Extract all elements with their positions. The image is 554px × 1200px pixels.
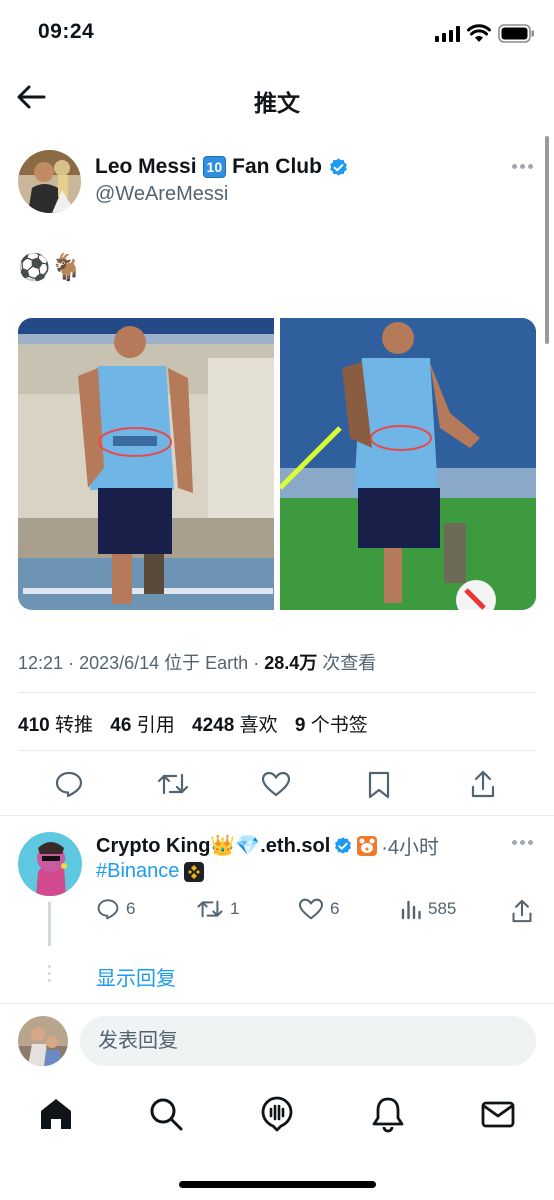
retweet-label[interactable]: 转推 (55, 715, 93, 736)
reply-view-count: 585 (428, 899, 457, 918)
author-name-suffix: Fan Club (232, 155, 322, 178)
tweet-meta: 12:21 · 2023/6/14 位于 Earth · 28.4万 次查看 (18, 653, 377, 673)
battery-icon (498, 24, 534, 43)
retweet-icon[interactable] (156, 771, 190, 797)
divider (18, 692, 536, 693)
view-count: 28.4万 (264, 653, 318, 673)
quote-label[interactable]: 引用 (137, 715, 175, 736)
tweet-stats: 410 转推 46 引用 4248 喜欢 9 个书签 (18, 710, 380, 737)
tweet-date: 2023/6/14 (79, 653, 160, 673)
reply-icon[interactable] (54, 770, 84, 798)
divider (18, 750, 536, 751)
like-label[interactable]: 喜欢 (240, 715, 278, 736)
reply-views-button[interactable]: 585 (400, 898, 456, 920)
quote-count[interactable]: 46 (110, 715, 131, 736)
mail-icon[interactable] (478, 1094, 518, 1134)
reply-timestamp: ·4小时 (381, 837, 440, 859)
reply-like-button[interactable]: 6 (298, 898, 339, 920)
show-replies-link[interactable]: 显示回复 (96, 962, 176, 991)
author-avatar[interactable] (18, 150, 81, 213)
divider (0, 815, 554, 816)
reply-reply-count: 6 (126, 899, 136, 918)
number-badge: 10 (202, 156, 227, 178)
reply-icon (97, 899, 119, 920)
divider (0, 1003, 554, 1004)
reply-retweet-count: 1 (230, 899, 240, 918)
like-count[interactable]: 4248 (192, 715, 234, 736)
reply-author-text: Crypto King👑💎.eth.sol (96, 835, 331, 857)
bookmark-count[interactable]: 9 (295, 715, 306, 736)
view-label: 次查看 (322, 653, 377, 673)
retweet-icon (197, 900, 223, 918)
reply-input[interactable]: 发表回复 (80, 1016, 536, 1066)
verified-badge-icon (330, 157, 347, 176)
search-icon[interactable] (146, 1094, 186, 1134)
analytics-icon (401, 900, 421, 920)
page-title: 推文 (254, 90, 300, 116)
author-handle[interactable]: @WeAreMessi (95, 183, 228, 206)
heart-icon[interactable] (261, 771, 291, 797)
reply-like-count: 6 (330, 899, 340, 918)
bear-emoji-icon (357, 835, 378, 856)
reply-retweet-button[interactable]: 1 (196, 898, 239, 920)
user-avatar[interactable] (18, 1016, 68, 1066)
author-name[interactable]: Leo Messi 10 Fan Club (95, 155, 349, 179)
heart-icon (298, 898, 324, 920)
bookmark-icon[interactable] (367, 770, 391, 800)
bookmark-label[interactable]: 个书签 (311, 715, 368, 736)
home-indicator[interactable] (179, 1181, 376, 1188)
share-icon[interactable] (470, 769, 496, 799)
home-icon[interactable] (36, 1094, 76, 1134)
cellular-signal-icon (435, 26, 461, 42)
scrollbar[interactable] (545, 136, 549, 344)
reply-text: #Binance (96, 860, 205, 883)
binance-badge-icon (184, 861, 205, 882)
tweet-photo-1[interactable] (18, 318, 274, 610)
more-icon[interactable] (512, 164, 533, 169)
thread-dots (48, 965, 51, 982)
author-name-text: Leo Messi (95, 155, 197, 178)
retweet-count[interactable]: 410 (18, 715, 50, 736)
wifi-icon (467, 24, 491, 42)
verified-badge-icon (335, 836, 352, 854)
spaces-icon[interactable] (257, 1094, 297, 1134)
reply-reply-button[interactable]: 6 (96, 898, 135, 920)
status-time: 09:24 (38, 20, 95, 43)
tweet-time: 12:21 (18, 653, 64, 673)
tweet-text: ⚽🐐 (18, 252, 83, 282)
thread-line (48, 902, 51, 946)
share-icon[interactable] (511, 898, 533, 924)
tweet-location: 位于 Earth (164, 653, 249, 673)
more-icon[interactable] (512, 840, 533, 845)
reply-avatar[interactable] (18, 832, 82, 896)
bell-icon[interactable] (368, 1094, 408, 1134)
tweet-photo-2[interactable] (280, 318, 536, 610)
reply-author-name[interactable]: Crypto King👑💎.eth.sol ·4小时 (96, 831, 439, 860)
binance-hashtag[interactable]: #Binance (96, 860, 179, 883)
